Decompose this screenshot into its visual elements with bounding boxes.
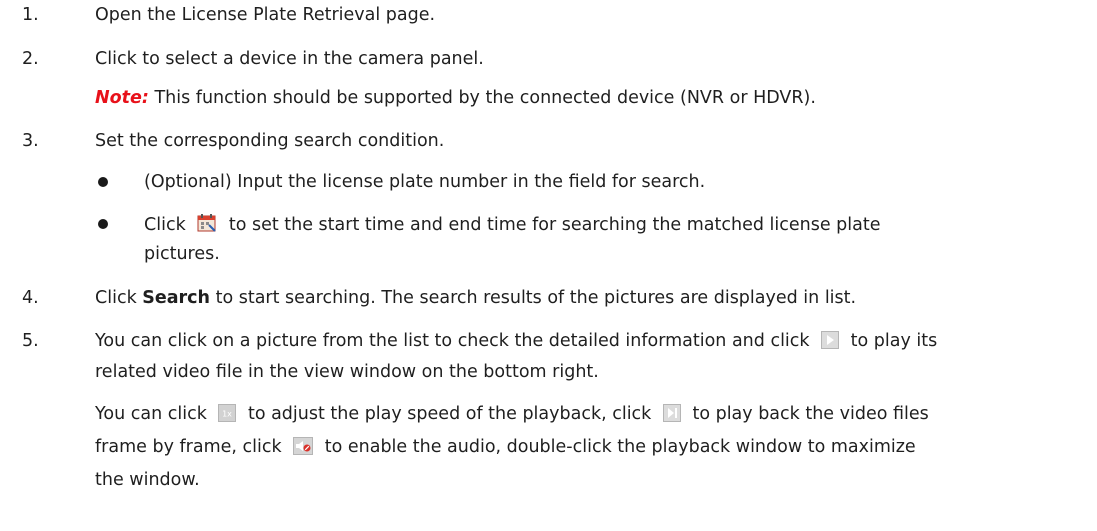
step-number: 1. — [22, 5, 39, 25]
step-text: Click Search to start searching. The sea… — [95, 288, 857, 308]
step-text: Open the License Plate Retrieval page. — [95, 5, 436, 25]
step-number: 2. — [22, 49, 39, 69]
step-text-cont: related video file in the view window on… — [95, 362, 599, 382]
extra-text: frame by frame, click to enable the audi… — [95, 436, 916, 461]
step-number: 4. — [22, 288, 39, 308]
search-keyword: Search — [142, 288, 211, 308]
bullet-text: Click to set the start time and end time… — [144, 213, 881, 239]
bullet-text-cont: pictures. — [144, 244, 220, 264]
step-text: Click to select a device in the camera p… — [95, 49, 484, 69]
extra-text: You can click 1x to adjust the play spee… — [95, 403, 929, 428]
step-text: You can click on a picture from the list… — [95, 330, 937, 355]
extra-text: the window. — [95, 470, 200, 490]
step-number: 3. — [22, 131, 39, 151]
bullet-text: (Optional) Input the license plate numbe… — [144, 172, 706, 192]
play-icon — [821, 331, 840, 355]
note-text: This function should be supported by the… — [148, 88, 816, 108]
audio-icon — [293, 437, 314, 461]
speed-1x-icon: 1x — [218, 404, 237, 428]
svg-text:1x: 1x — [222, 410, 232, 419]
bullet-dot — [98, 177, 108, 187]
step-number: 5. — [22, 331, 39, 351]
frame-by-frame-icon — [662, 404, 681, 428]
calendar-icon — [197, 213, 217, 239]
note-label: Note: — [95, 88, 149, 108]
note: Note: This function should be supported … — [95, 87, 816, 109]
bullet-dot — [98, 219, 108, 229]
step-text: Set the corresponding search condition. — [95, 131, 445, 151]
